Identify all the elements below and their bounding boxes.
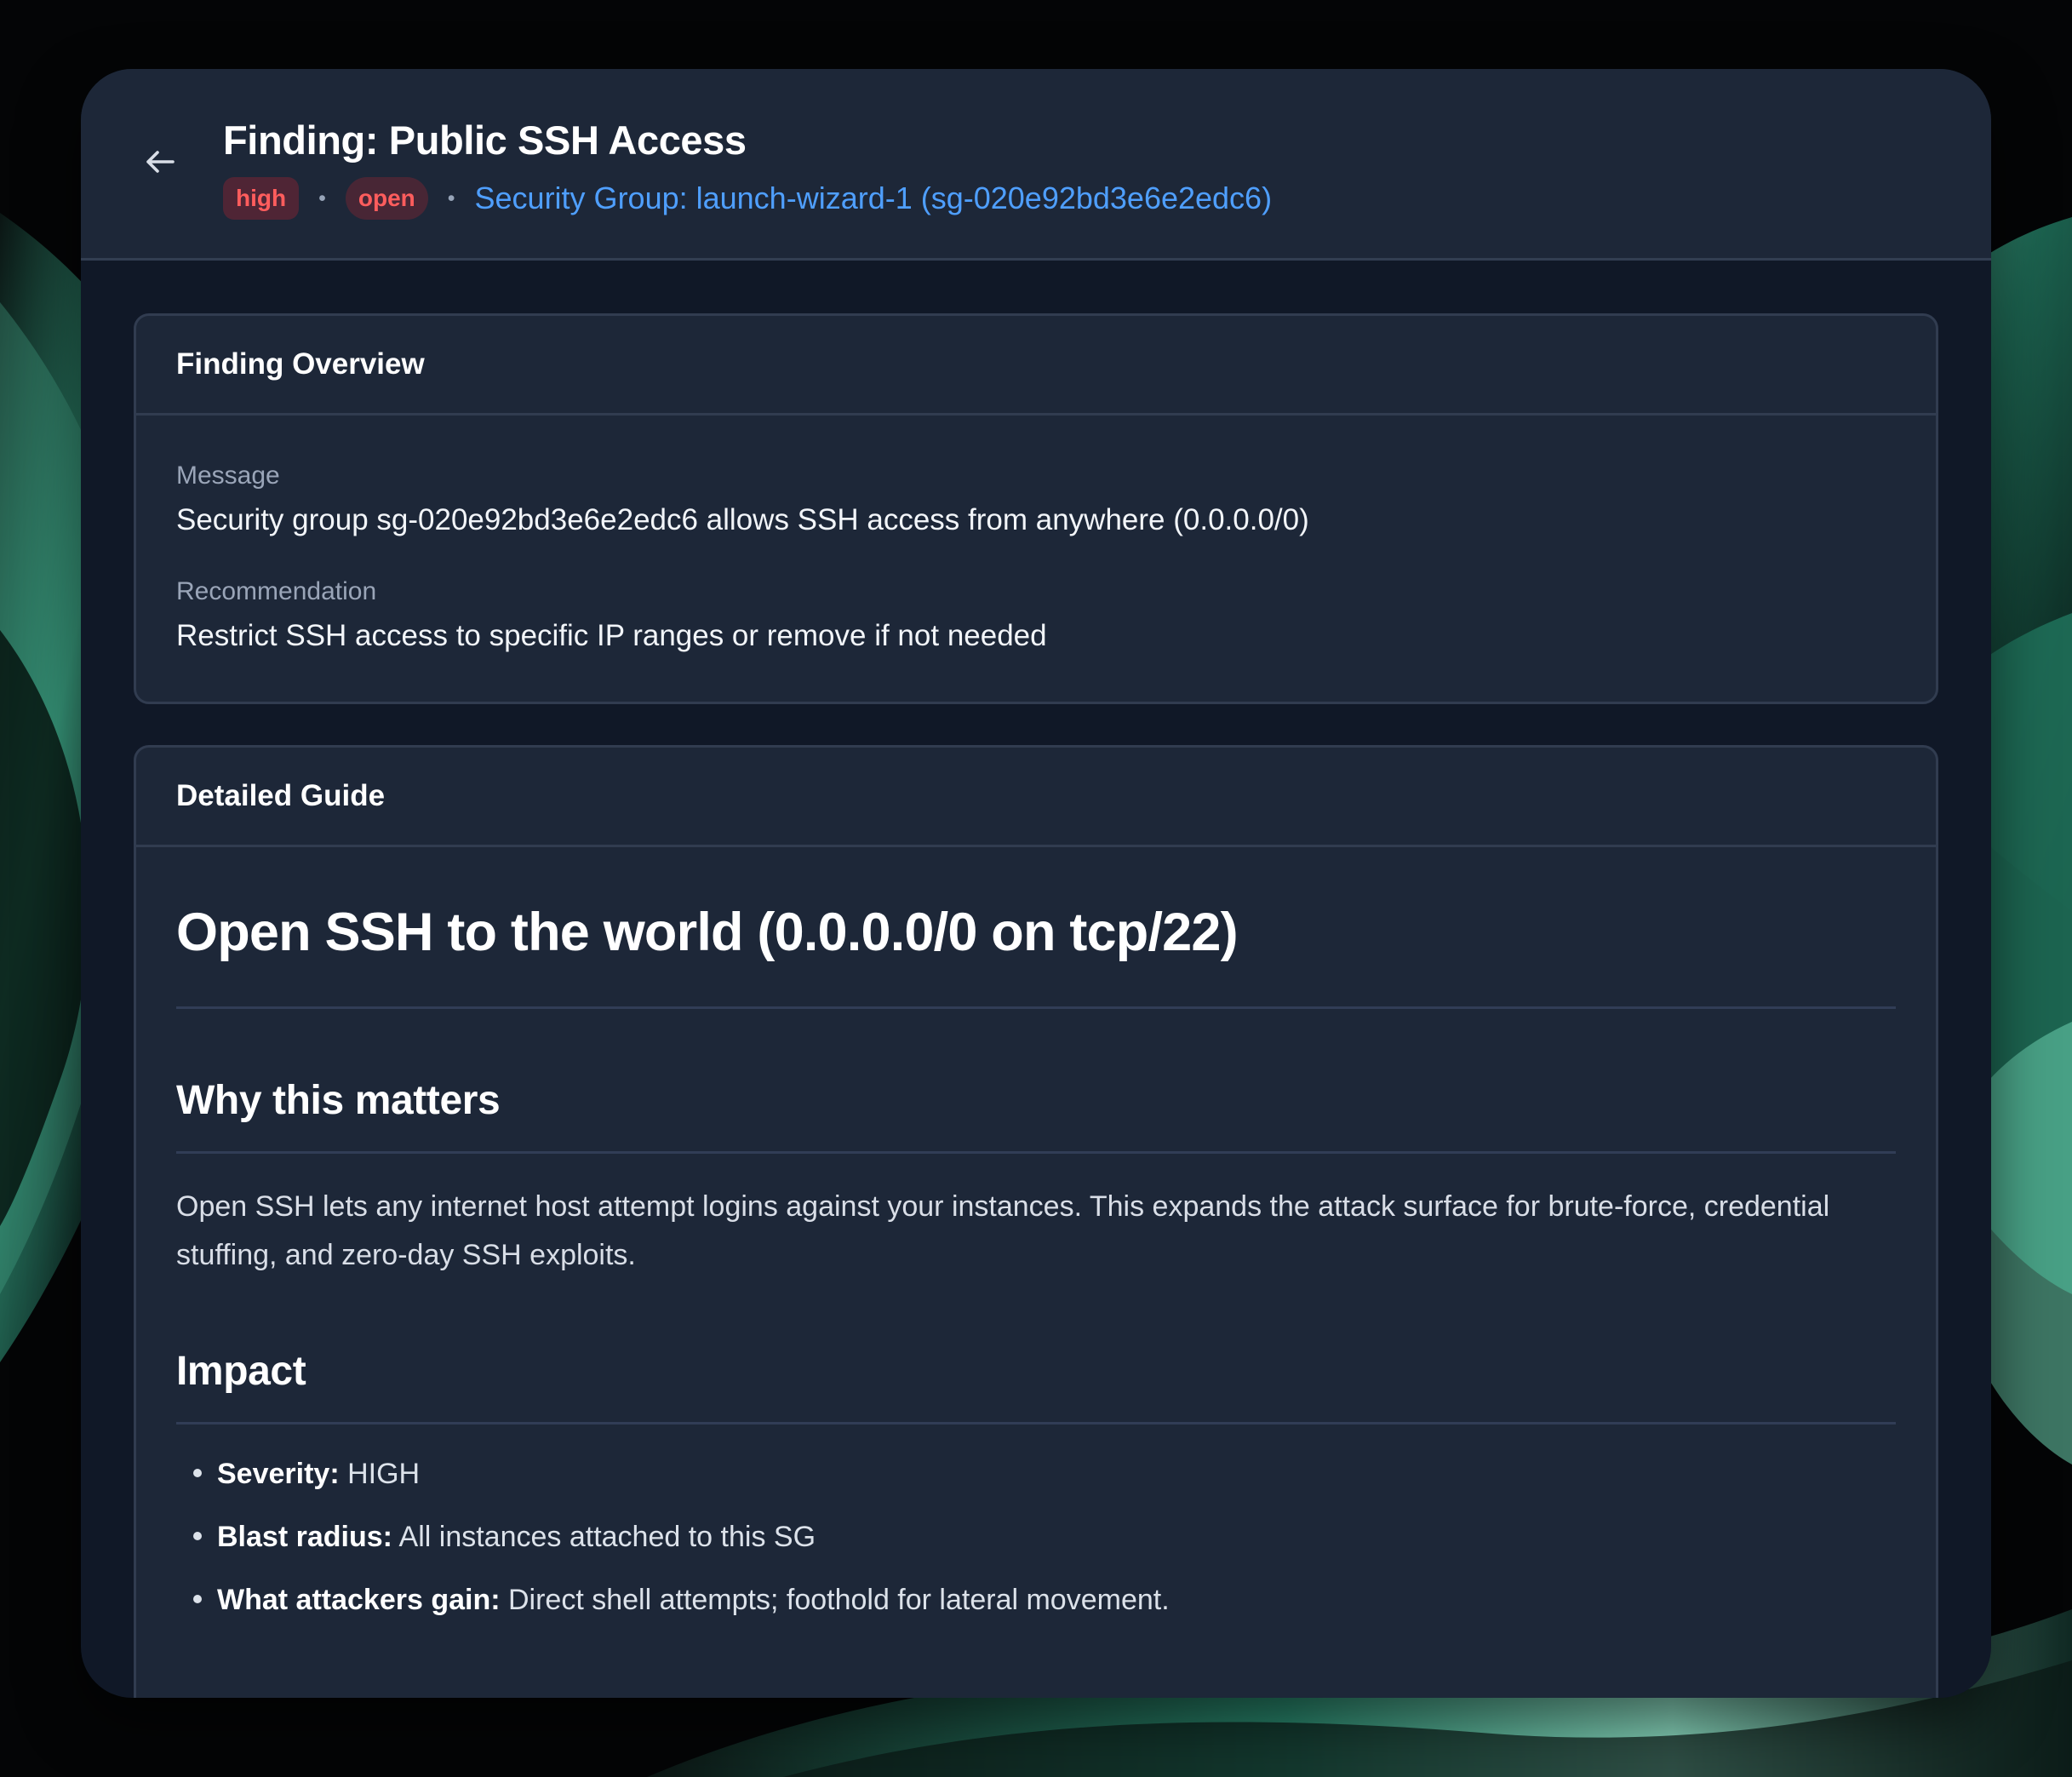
message-label: Message [176,461,280,490]
message-value: Security group sg-020e92bd3e6e2edc6 allo… [176,503,1309,536]
meta-separator: • [447,186,455,210]
impact-item-severity: Severity: HIGH [176,1452,1896,1496]
field-spacer [176,538,1896,576]
impact-term: Severity: [217,1458,340,1490]
impact-value: All instances attached to this SG [398,1521,816,1553]
meta-separator: • [318,186,326,210]
arrow-left-icon [146,151,175,173]
impact-value: HIGH [347,1458,421,1490]
why-this-matters-heading: Why this matters [176,1078,501,1123]
detailed-guide-heading: Detailed Guide [136,748,1936,847]
guide-title: Open SSH to the world (0.0.0.0/0 on tcp/… [176,903,1239,962]
impact-heading: Impact [176,1349,306,1394]
recommendation-value: Restrict SSH access to specific IP range… [176,619,1047,652]
severity-badge: high [223,177,300,220]
why-this-matters-text: Open SSH lets any internet host attempt … [176,1190,1830,1271]
why-this-matters-divider [176,1151,1896,1154]
impact-list: Severity: HIGH Blast radius: All instanc… [176,1452,1896,1622]
back-button[interactable] [139,140,181,183]
status-badge: open [345,177,428,220]
security-group-link[interactable]: Security Group: launch-wizard-1 (sg-020e… [475,177,1273,220]
finding-detail-window: Finding: Public SSH Access high • open •… [81,69,1991,1698]
guide-title-divider [176,1006,1896,1009]
finding-overview-heading: Finding Overview [136,316,1936,416]
impact-term: Blast radius: [217,1521,392,1553]
impact-divider [176,1422,1896,1424]
finding-overview-card: Finding Overview Message Security group … [134,313,1938,704]
recommendation-label: Recommendation [176,577,377,605]
finding-meta-row: high • open • Security Group: launch-wiz… [223,176,1272,221]
finding-content: Finding Overview Message Security group … [81,261,1991,1698]
page-title: Finding: Public SSH Access [223,118,747,163]
impact-value: Direct shell attempts; foothold for late… [507,1584,1170,1616]
detailed-guide-body: Open SSH to the world (0.0.0.0/0 on tcp/… [136,847,1936,1692]
finding-header: Finding: Public SSH Access high • open •… [81,69,1991,261]
finding-overview-body: Message Security group sg-020e92bd3e6e2e… [136,416,1936,702]
impact-item-blast-radius: Blast radius: All instances attached to … [176,1515,1896,1559]
impact-term: What attackers gain: [217,1584,501,1616]
detailed-guide-card: Detailed Guide Open SSH to the world (0.… [134,745,1938,1698]
impact-item-attackers-gain: What attackers gain: Direct shell attemp… [176,1578,1896,1622]
